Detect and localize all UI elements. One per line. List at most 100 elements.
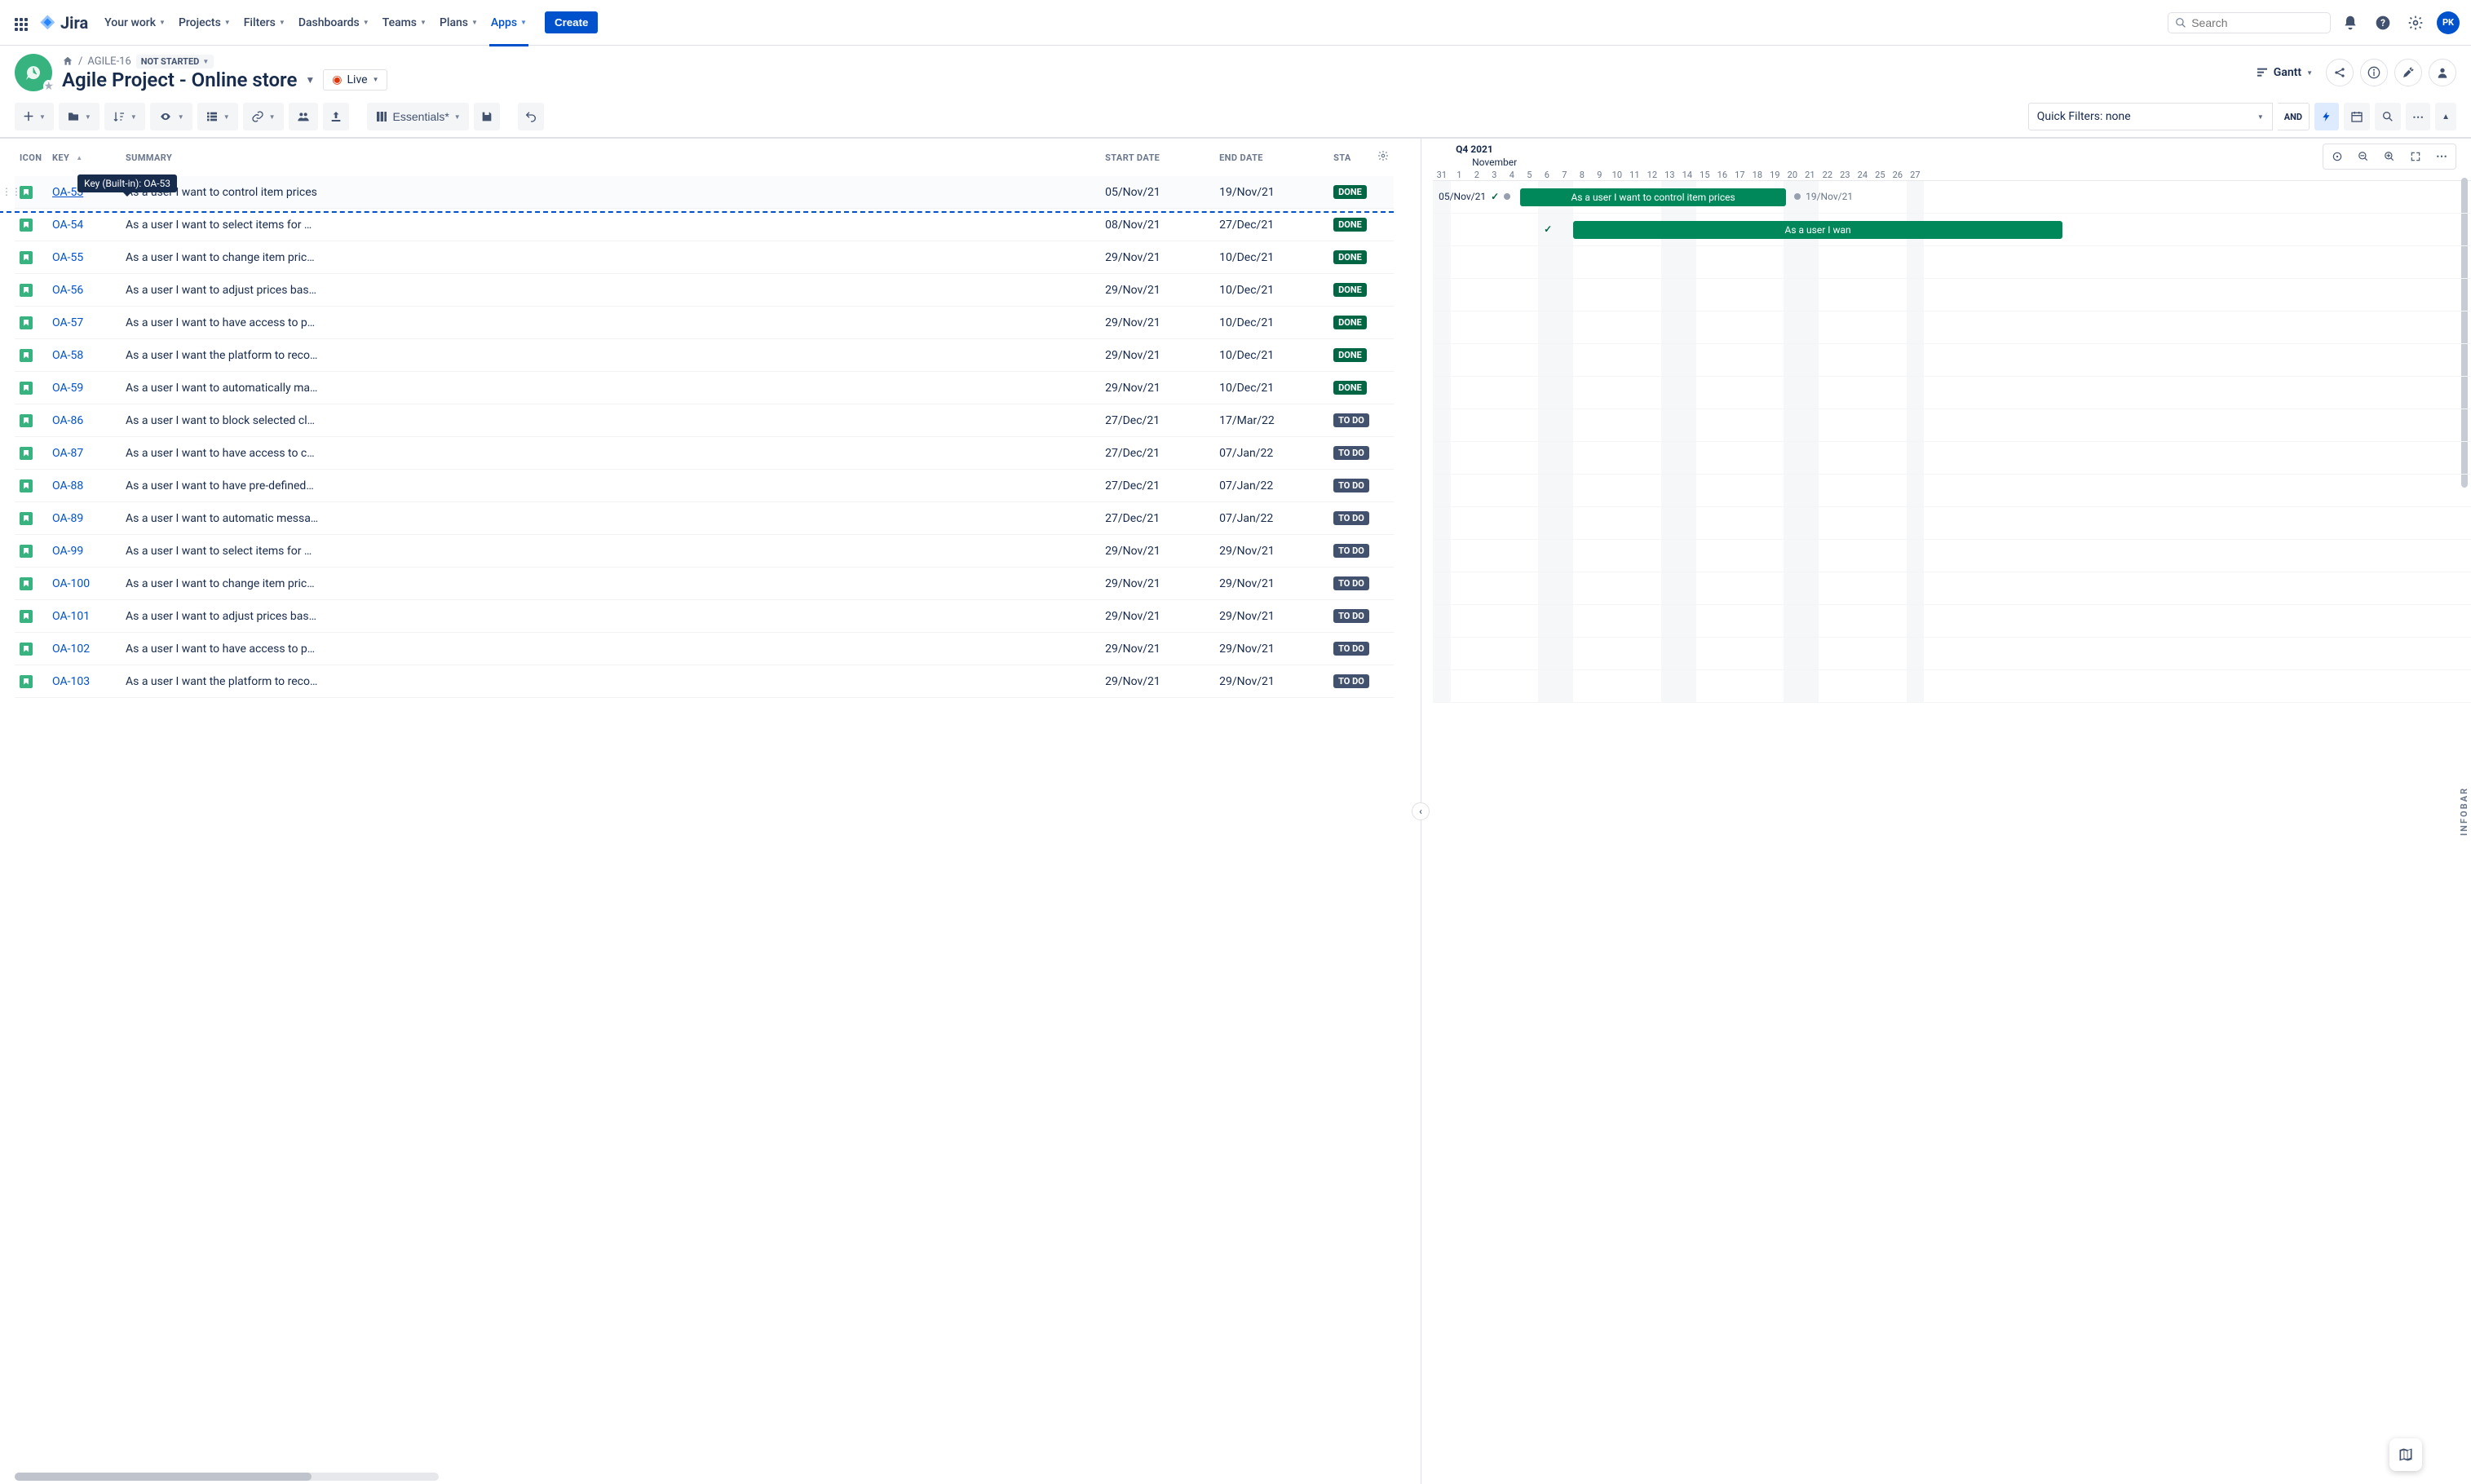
- quick-filters-dropdown[interactable]: Quick Filters: none ▼: [2028, 103, 2273, 130]
- gantt-row[interactable]: [1433, 311, 2471, 344]
- day-header-cell[interactable]: 21: [1801, 170, 1819, 180]
- nav-item-projects[interactable]: Projects▼: [172, 10, 237, 36]
- gantt-row[interactable]: [1433, 377, 2471, 409]
- day-header-cell[interactable]: 10: [1608, 170, 1626, 180]
- day-header-cell[interactable]: 7: [1556, 170, 1574, 180]
- day-header-cell[interactable]: 31: [1433, 170, 1451, 180]
- issue-key-link[interactable]: OA-54: [52, 219, 83, 232]
- table-row[interactable]: ⋮⋮OA-56As a user I want to adjust prices…: [15, 274, 1394, 307]
- gantt-row[interactable]: [1433, 670, 2471, 703]
- zoom-out-icon[interactable]: [2351, 146, 2376, 167]
- table-row[interactable]: ⋮⋮OA-102As a user I want to have access …: [15, 633, 1394, 665]
- col-end[interactable]: END DATE: [1214, 152, 1328, 163]
- table-row[interactable]: ⋮⋮OA-88As a user I want to have pre-defi…: [15, 470, 1394, 502]
- gantt-bar[interactable]: As a user I want to control item prices: [1520, 188, 1786, 206]
- gantt-row[interactable]: ✓As a user I wan: [1433, 214, 2471, 246]
- nav-item-teams[interactable]: Teams▼: [376, 10, 433, 36]
- infobar-toggle[interactable]: INFOBAR: [2457, 779, 2471, 844]
- issue-key-link[interactable]: OA-56: [52, 284, 83, 297]
- star-icon[interactable]: ★: [43, 80, 54, 93]
- issue-key-link[interactable]: OA-103: [52, 675, 90, 688]
- table-row[interactable]: ⋮⋮OA-99As a user I want to select items …: [15, 535, 1394, 568]
- day-header-cell[interactable]: 3: [1486, 170, 1504, 180]
- table-row[interactable]: ⋮⋮OA-58As a user I want the platform to …: [15, 339, 1394, 372]
- gantt-body[interactable]: 05/Nov/21 ✓ As a user I want to control …: [1433, 181, 2471, 703]
- minimap-button[interactable]: [2389, 1438, 2422, 1471]
- breadcrumb-project-id[interactable]: AGILE-16: [87, 55, 130, 68]
- project-status-badge[interactable]: NOT STARTED▼: [136, 55, 214, 68]
- help-icon[interactable]: ?: [2370, 10, 2396, 36]
- day-header-cell[interactable]: 17: [1731, 170, 1749, 180]
- share-button[interactable]: [2326, 59, 2354, 86]
- configure-button[interactable]: [2394, 59, 2422, 86]
- project-avatar-icon[interactable]: ★: [15, 54, 52, 91]
- day-header-cell[interactable]: 24: [1854, 170, 1872, 180]
- issue-key-link[interactable]: OA-101: [52, 610, 90, 623]
- user-button[interactable]: [2429, 59, 2456, 86]
- table-row[interactable]: ⋮⋮OA-86As a user I want to block selecte…: [15, 404, 1394, 437]
- gantt-bar[interactable]: As a user I wan: [1573, 221, 2062, 239]
- day-header-cell[interactable]: 5: [1521, 170, 1539, 180]
- issue-key-link[interactable]: OA-58: [52, 349, 83, 362]
- table-row[interactable]: ⋮⋮OA-57As a user I want to have access t…: [15, 307, 1394, 339]
- day-header-cell[interactable]: 4: [1503, 170, 1521, 180]
- day-header-cell[interactable]: 26: [1889, 170, 1907, 180]
- fullscreen-icon[interactable]: [2403, 146, 2428, 167]
- open-folder-button[interactable]: ▼: [59, 103, 99, 130]
- export-button[interactable]: [323, 103, 349, 130]
- day-header-cell[interactable]: 9: [1591, 170, 1609, 180]
- col-summary[interactable]: SUMMARY: [121, 152, 1100, 163]
- issue-key-link[interactable]: OA-100: [52, 577, 90, 590]
- link-button[interactable]: ▼: [243, 103, 284, 130]
- undo-button[interactable]: [518, 103, 544, 130]
- filter-logic-and[interactable]: AND: [2278, 103, 2310, 130]
- nav-item-apps[interactable]: Apps▼: [484, 10, 533, 36]
- live-mode-toggle[interactable]: ◉ Live ▼: [323, 69, 387, 91]
- table-row[interactable]: ⋮⋮OA-53As a user I want to control item …: [15, 176, 1394, 209]
- nav-item-plans[interactable]: Plans▼: [433, 10, 484, 36]
- zoom-in-icon[interactable]: [2377, 146, 2402, 167]
- search-filter-button[interactable]: [2375, 103, 2401, 130]
- table-row[interactable]: ⋮⋮OA-103As a user I want the platform to…: [15, 665, 1394, 698]
- day-header-cell[interactable]: 12: [1643, 170, 1661, 180]
- columns-button[interactable]: Essentials*▼: [367, 103, 469, 130]
- gantt-row[interactable]: [1433, 344, 2471, 377]
- issue-key-link[interactable]: OA-89: [52, 512, 83, 525]
- issue-key-link[interactable]: OA-102: [52, 643, 90, 656]
- day-header-cell[interactable]: 18: [1748, 170, 1766, 180]
- gantt-row[interactable]: [1433, 605, 2471, 638]
- settings-icon[interactable]: [2402, 10, 2429, 36]
- table-row[interactable]: ⋮⋮OA-59As a user I want to automatically…: [15, 372, 1394, 404]
- issue-key-link[interactable]: OA-88: [52, 479, 83, 492]
- nav-item-dashboards[interactable]: Dashboards▼: [292, 10, 376, 36]
- create-button[interactable]: Create: [545, 11, 599, 33]
- more-actions-button[interactable]: ⋯: [2406, 103, 2430, 130]
- day-header-cell[interactable]: 23: [1837, 170, 1854, 180]
- day-header-cell[interactable]: 13: [1661, 170, 1679, 180]
- gantt-row[interactable]: 05/Nov/21 ✓ As a user I want to control …: [1433, 181, 2471, 214]
- save-view-button[interactable]: [474, 103, 500, 130]
- user-avatar[interactable]: PK: [2435, 10, 2461, 36]
- table-row[interactable]: ⋮⋮OA-87As a user I want to have access t…: [15, 437, 1394, 470]
- day-header-cell[interactable]: 27: [1907, 170, 1925, 180]
- app-switcher-icon[interactable]: [10, 13, 29, 33]
- jira-logo[interactable]: Jira: [39, 13, 88, 33]
- gantt-row[interactable]: [1433, 475, 2471, 507]
- gantt-row[interactable]: [1433, 540, 2471, 572]
- gantt-more-icon[interactable]: ⋯: [2429, 146, 2454, 167]
- gantt-row[interactable]: [1433, 572, 2471, 605]
- table-row[interactable]: ⋮⋮OA-54As a user I want to select items …: [15, 209, 1394, 241]
- search-input[interactable]: [2191, 16, 2323, 29]
- gantt-row[interactable]: [1433, 638, 2471, 670]
- issue-key-link[interactable]: OA-57: [52, 316, 83, 329]
- table-row[interactable]: ⋮⋮OA-89As a user I want to automatic mes…: [15, 502, 1394, 535]
- scroll-to-today-icon[interactable]: [2325, 146, 2349, 167]
- info-button[interactable]: [2360, 59, 2388, 86]
- collapse-toolbar-button[interactable]: ▲: [2435, 103, 2456, 130]
- collapse-left-button[interactable]: ‹: [1412, 802, 1430, 820]
- day-header-cell[interactable]: 1: [1451, 170, 1469, 180]
- day-header-cell[interactable]: 19: [1766, 170, 1784, 180]
- day-header-cell[interactable]: 25: [1872, 170, 1890, 180]
- gantt-row[interactable]: [1433, 246, 2471, 279]
- col-start[interactable]: START DATE: [1100, 152, 1214, 163]
